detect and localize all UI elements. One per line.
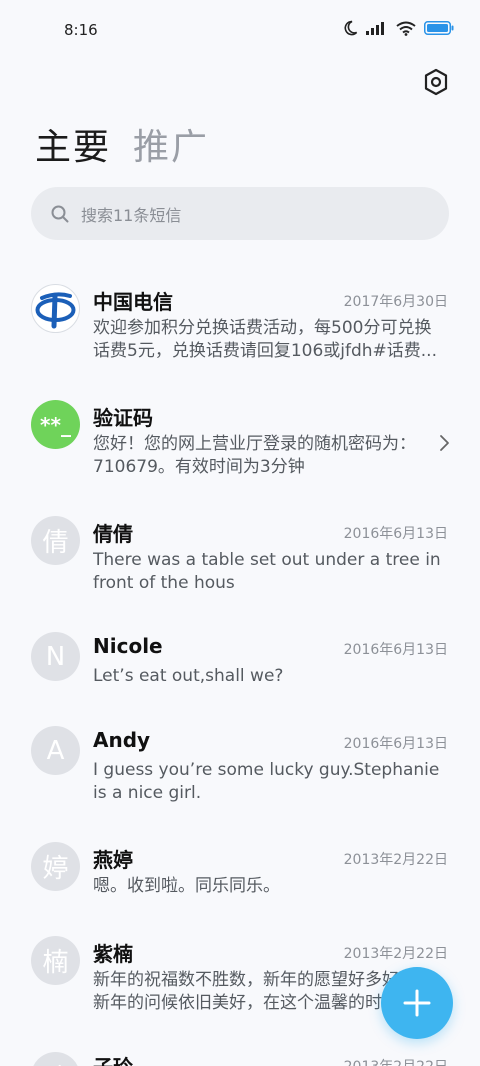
contact-name: 子玲 bbox=[93, 1051, 133, 1066]
snippet-line: 您好！您的网上营业厅登录的随机密码为： bbox=[93, 434, 416, 454]
avatar: 倩 bbox=[31, 516, 80, 565]
contact-name: Nicole bbox=[93, 634, 163, 658]
settings-button[interactable] bbox=[420, 66, 452, 98]
moon-icon bbox=[344, 20, 358, 36]
signal-icon bbox=[366, 22, 384, 35]
avatar: 婷 bbox=[31, 842, 80, 891]
search-bar[interactable]: 搜索11条短信 bbox=[31, 187, 449, 240]
contact-name: 中国电信 bbox=[93, 290, 173, 314]
message-date: 2016年6月13日 bbox=[343, 526, 448, 542]
message-snippet: 您好！您的网上营业厅登录的随机密码为： 710679。有效时间为3分钟 bbox=[93, 433, 428, 479]
settings-icon bbox=[424, 68, 448, 96]
snippet-line: is a nice girl. bbox=[93, 783, 202, 803]
conversation-row[interactable]: 中国电信 2017年6月30日 欢迎参加积分兑换话费活动，每500分可兑换 话费… bbox=[0, 268, 480, 384]
message-date: 2016年6月13日 bbox=[343, 736, 448, 752]
conversation-row[interactable]: A Andy 2016年6月13日 I guess you’re some lu… bbox=[0, 710, 480, 826]
status-icons bbox=[342, 20, 454, 36]
message-date: 2017年6月30日 bbox=[343, 294, 448, 310]
conversation-row[interactable]: **_ 验证码 您好！您的网上营业厅登录的随机密码为： 710679。有效时间为… bbox=[0, 384, 480, 500]
search-icon bbox=[51, 205, 69, 222]
snippet-line: front of the hous bbox=[93, 573, 235, 593]
snippet-line: 话费5元，兑换话费请回复106或jfdh#话费... bbox=[93, 341, 437, 361]
message-snippet: Let’s eat out,shall we? bbox=[93, 665, 445, 688]
battery-icon bbox=[424, 21, 454, 35]
snippet-line: 欢迎参加积分兑换话费活动，每500分可兑换 bbox=[93, 318, 432, 338]
contact-name: Andy bbox=[93, 728, 151, 752]
message-date: 2016年6月13日 bbox=[343, 642, 448, 658]
compose-button[interactable] bbox=[381, 967, 453, 1039]
conversation-row[interactable]: 倩 倩倩 2016年6月13日 There was a table set ou… bbox=[0, 500, 480, 616]
contact-name: 验证码 bbox=[93, 406, 153, 430]
contact-name: 倩倩 bbox=[93, 522, 133, 546]
conversation-row[interactable]: N Nicole 2016年6月13日 Let’s eat out,shall … bbox=[0, 616, 480, 710]
message-snippet: There was a table set out under a tree i… bbox=[93, 549, 445, 595]
snippet-line: Let’s eat out,shall we? bbox=[93, 666, 284, 686]
message-snippet: 欢迎参加积分兑换话费活动，每500分可兑换 话费5元，兑换话费请回复106或jf… bbox=[93, 317, 445, 363]
snippet-line: There was a table set out under a tree i… bbox=[93, 550, 441, 570]
chevron-right-icon[interactable] bbox=[438, 434, 450, 452]
conversation-row[interactable]: 婷 燕婷 2013年2月22日 嗯。收到啦。同乐同乐。 bbox=[0, 826, 480, 920]
message-snippet: I guess you’re some lucky guy.Stephanie … bbox=[93, 759, 445, 805]
tab-bar: 主要 推广 bbox=[35, 118, 209, 170]
message-snippet: 嗯。收到啦。同乐同乐。 bbox=[93, 875, 445, 898]
avatar: 玲 bbox=[31, 1052, 80, 1066]
verification-avatar: **_ bbox=[31, 400, 80, 449]
search-input[interactable]: 搜索11条短信 bbox=[81, 202, 181, 226]
tab-promotions[interactable]: 推广 bbox=[133, 118, 209, 170]
message-date: 2013年2月22日 bbox=[344, 1056, 448, 1066]
contact-name: 紫楠 bbox=[93, 942, 133, 966]
tab-primary[interactable]: 主要 bbox=[35, 118, 111, 170]
snippet-line: I guess you’re some lucky guy.Stephanie bbox=[93, 760, 440, 780]
avatar: N bbox=[31, 632, 80, 681]
plus-icon bbox=[403, 989, 431, 1017]
avatar: 楠 bbox=[31, 936, 80, 985]
conversation-row[interactable]: 玲 子玲 2013年2月22日 bbox=[0, 1036, 480, 1066]
status-bar: 8:16 bbox=[0, 0, 480, 62]
status-time: 8:16 bbox=[64, 21, 98, 39]
snippet-line: 嗯。收到啦。同乐同乐。 bbox=[93, 876, 280, 896]
message-date: 2013年2月22日 bbox=[343, 852, 448, 868]
snippet-line: 710679。有效时间为3分钟 bbox=[93, 457, 305, 477]
wifi-icon bbox=[396, 21, 416, 36]
message-date: 2013年2月22日 bbox=[343, 946, 448, 962]
contact-name: 燕婷 bbox=[93, 848, 133, 872]
china-telecom-logo-icon bbox=[31, 284, 80, 333]
avatar: A bbox=[31, 726, 80, 775]
